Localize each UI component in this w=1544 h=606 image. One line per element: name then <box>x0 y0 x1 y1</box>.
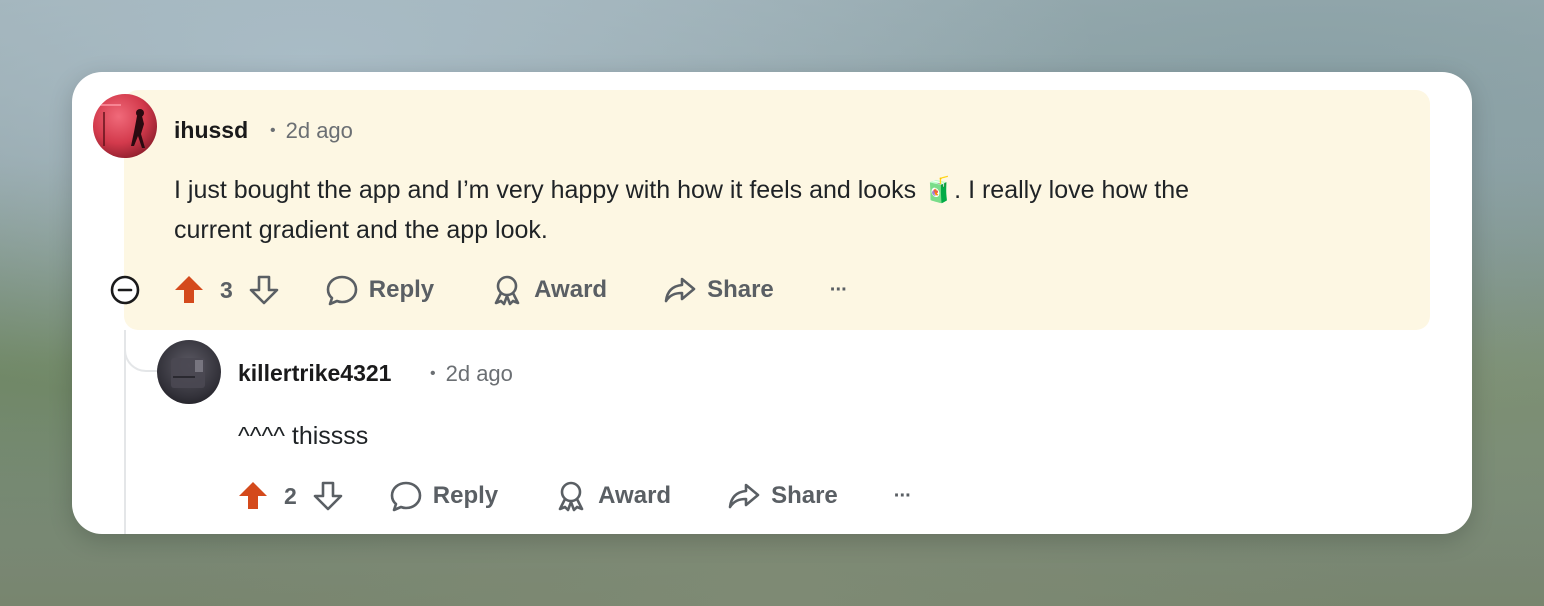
comment-card: ihussd • 2d ago I just bought the app and… <box>72 72 1472 534</box>
share-arrow-icon <box>664 277 696 303</box>
speech-bubble-icon <box>326 275 358 306</box>
share-label: Share <box>771 482 838 509</box>
meta-separator: • <box>430 365 436 382</box>
vote-score: 2 <box>284 482 297 509</box>
award-ribbon-icon <box>558 481 584 512</box>
reply-action-bar: 2 Reply Award Share ··· <box>236 476 912 516</box>
award-label: Award <box>598 482 672 509</box>
avatar-ihussd[interactable] <box>93 94 157 158</box>
downvote-button[interactable] <box>311 479 345 513</box>
award-ribbon-icon <box>494 275 520 306</box>
ellipsis-icon: ··· <box>893 484 912 507</box>
comment-body-line-2: current gradient and the app look. <box>174 216 548 244</box>
comment-author[interactable]: ihussd <box>174 117 248 144</box>
reply-label: Reply <box>432 482 499 509</box>
comment-action-bar: 3 Reply Award Share ··· <box>172 270 848 310</box>
more-options-button[interactable]: ··· <box>829 278 848 302</box>
comment-time: 2d ago <box>285 118 353 143</box>
award-button[interactable]: Award <box>554 479 671 513</box>
thread-connector <box>124 330 160 372</box>
share-label: Share <box>707 276 774 303</box>
speech-bubble-icon <box>390 481 422 512</box>
upvote-button[interactable] <box>236 479 270 513</box>
arrow-up-icon <box>239 482 267 509</box>
share-button[interactable]: Share <box>727 479 838 513</box>
arrow-up-icon <box>175 276 203 303</box>
reply-button[interactable]: Reply <box>325 273 434 307</box>
award-button[interactable]: Award <box>490 273 607 307</box>
collapse-thread-button[interactable] <box>109 274 141 306</box>
reply-label: Reply <box>368 276 435 303</box>
upvote-button[interactable] <box>172 273 206 307</box>
reply-time: 2d ago <box>445 361 513 386</box>
comment-timestamp: • 2d ago <box>270 118 353 144</box>
arrow-down-icon <box>313 481 343 511</box>
ellipsis-icon: ··· <box>829 278 848 301</box>
minus-circle-icon <box>110 275 140 305</box>
reply-body: ^^^^ thissss <box>238 422 369 450</box>
meta-separator: • <box>270 122 276 139</box>
vote-score: 3 <box>220 276 233 303</box>
reply-button[interactable]: Reply <box>389 479 498 513</box>
award-label: Award <box>534 276 608 303</box>
thread-line <box>124 330 126 534</box>
reply-author[interactable]: killertrike4321 <box>238 360 391 387</box>
share-arrow-icon <box>728 483 760 509</box>
downvote-button[interactable] <box>247 273 281 307</box>
avatar-killertrike4321[interactable] <box>157 340 221 404</box>
arrow-down-icon <box>249 275 279 305</box>
reply-timestamp: • 2d ago <box>430 361 513 387</box>
more-options-button[interactable]: ··· <box>893 484 912 508</box>
comment-body-line-1: I just bought the app and I’m very happy… <box>174 176 1190 204</box>
share-button[interactable]: Share <box>663 273 774 307</box>
